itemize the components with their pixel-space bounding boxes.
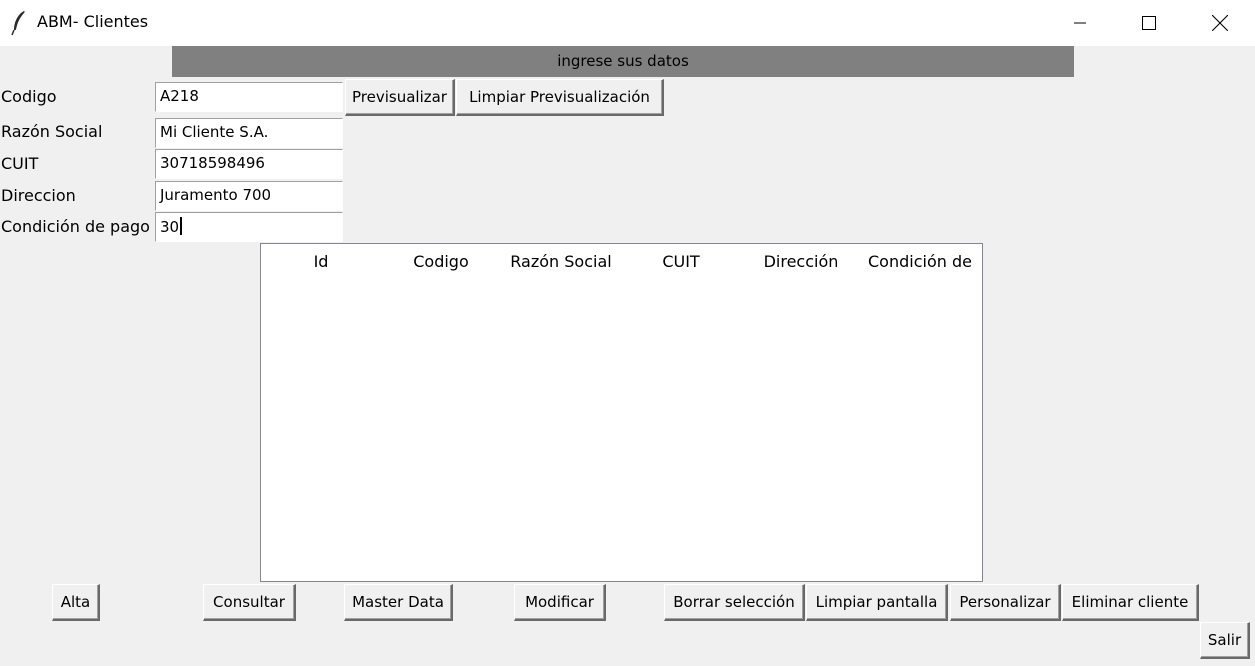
codigo-label: Codigo <box>1 87 57 106</box>
limpiar-previsualizacion-button[interactable]: Limpiar Previsualización <box>456 79 664 116</box>
modificar-button[interactable]: Modificar <box>514 584 606 621</box>
condicion-pago-value: 30 <box>160 218 180 236</box>
condicion-pago-label: Condición de pago <box>1 217 150 236</box>
alta-button[interactable]: Alta <box>52 584 100 621</box>
previsualizar-button[interactable]: Previsualizar <box>345 79 455 116</box>
direccion-value: Juramento 700 <box>160 186 272 204</box>
razon-social-field[interactable]: Mi Cliente S.A. <box>155 118 343 148</box>
close-button[interactable] <box>1187 0 1253 46</box>
consultar-button[interactable]: Consultar <box>203 584 296 621</box>
razon-social-value: Mi Cliente S.A. <box>160 123 269 141</box>
cuit-value: 30718598496 <box>160 154 265 172</box>
column-header-codigo[interactable]: Codigo <box>381 244 502 280</box>
text-cursor <box>180 217 183 235</box>
maximize-button[interactable] <box>1116 0 1182 46</box>
header-banner: ingrese sus datos <box>172 46 1074 77</box>
codigo-field[interactable]: A218 <box>155 82 343 112</box>
minimize-icon <box>1074 22 1086 24</box>
limpiar-pantalla-button[interactable]: Limpiar pantalla <box>806 584 948 621</box>
cuit-label: CUIT <box>1 154 39 173</box>
eliminar-cliente-button[interactable]: Eliminar cliente <box>1062 584 1199 621</box>
column-header-direccion[interactable]: Dirección <box>741 244 862 280</box>
column-header-condicion[interactable]: Condición de <box>861 244 981 280</box>
personalizar-button[interactable]: Personalizar <box>950 584 1061 621</box>
column-header-razon-social[interactable]: Razón Social <box>501 244 622 280</box>
master-data-button[interactable]: Master Data <box>344 584 453 621</box>
feather-icon <box>10 10 28 36</box>
condicion-pago-field[interactable]: 30 <box>155 212 343 242</box>
column-header-cuit[interactable]: CUIT <box>621 244 742 280</box>
column-header-id[interactable]: Id <box>261 244 382 280</box>
razon-social-label: Razón Social <box>1 122 103 141</box>
direccion-field[interactable]: Juramento 700 <box>155 181 343 211</box>
salir-button[interactable]: Salir <box>1200 622 1250 659</box>
clients-table[interactable]: Id Codigo Razón Social CUIT Dirección Co… <box>260 243 983 582</box>
table-header: Id Codigo Razón Social CUIT Dirección Co… <box>261 244 982 280</box>
close-icon <box>1212 15 1228 31</box>
borrar-seleccion-button[interactable]: Borrar selección <box>664 584 805 621</box>
maximize-icon <box>1142 16 1156 30</box>
window-title: ABM- Clientes <box>37 12 149 31</box>
direccion-label: Direccion <box>1 186 76 205</box>
cuit-field[interactable]: 30718598496 <box>155 149 343 179</box>
minimize-button[interactable] <box>1047 0 1113 46</box>
codigo-value: A218 <box>160 87 199 105</box>
